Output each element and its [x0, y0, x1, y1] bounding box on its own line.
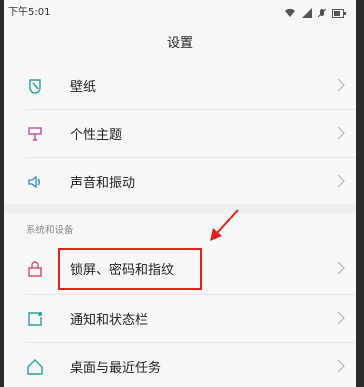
- settings-row-notifications[interactable]: 通知和状态栏: [4, 295, 356, 343]
- chevron-right-icon: [336, 357, 346, 375]
- settings-row-label: 声音和振动: [70, 176, 136, 191]
- page-title: 设置: [166, 36, 193, 51]
- title-bar: 设置: [4, 20, 356, 62]
- chevron-right-icon: [336, 76, 346, 94]
- home-icon: [26, 358, 44, 376]
- settings-row-theme[interactable]: 个性主题: [4, 110, 356, 158]
- notification-icon: [26, 310, 44, 328]
- settings-row-label: 壁纸: [70, 80, 97, 95]
- settings-row-sound[interactable]: 声音和振动: [4, 158, 356, 206]
- section-gap: [4, 204, 356, 214]
- status-bar: 下午5:01: [4, 0, 356, 20]
- speaker-icon: [26, 173, 44, 191]
- chevron-right-icon: [336, 309, 346, 327]
- settings-row-label: 桌面与最近任务: [70, 361, 162, 376]
- settings-row-label: 个性主题: [70, 128, 123, 143]
- annotation-highlight-box: [58, 248, 202, 290]
- right-frame-edge: [356, 0, 364, 387]
- theme-brush-icon: [26, 125, 44, 143]
- section-header: 系统和设备: [26, 225, 74, 236]
- settings-row-label: 通知和状态栏: [70, 313, 149, 328]
- status-time: 下午5:01: [8, 7, 51, 18]
- settings-row-home[interactable]: 桌面与最近任务: [4, 343, 356, 387]
- wallpaper-icon: [26, 77, 44, 95]
- chevron-right-icon: [336, 259, 346, 277]
- settings-screen: 下午5:01 设置 壁纸 个性主题 声音和振动 系统和设备 锁屏、密码和指纹 通…: [4, 0, 356, 387]
- chevron-right-icon: [336, 124, 346, 142]
- lock-icon: [26, 260, 44, 278]
- settings-row-wallpaper[interactable]: 壁纸: [4, 62, 356, 110]
- chevron-right-icon: [336, 172, 346, 190]
